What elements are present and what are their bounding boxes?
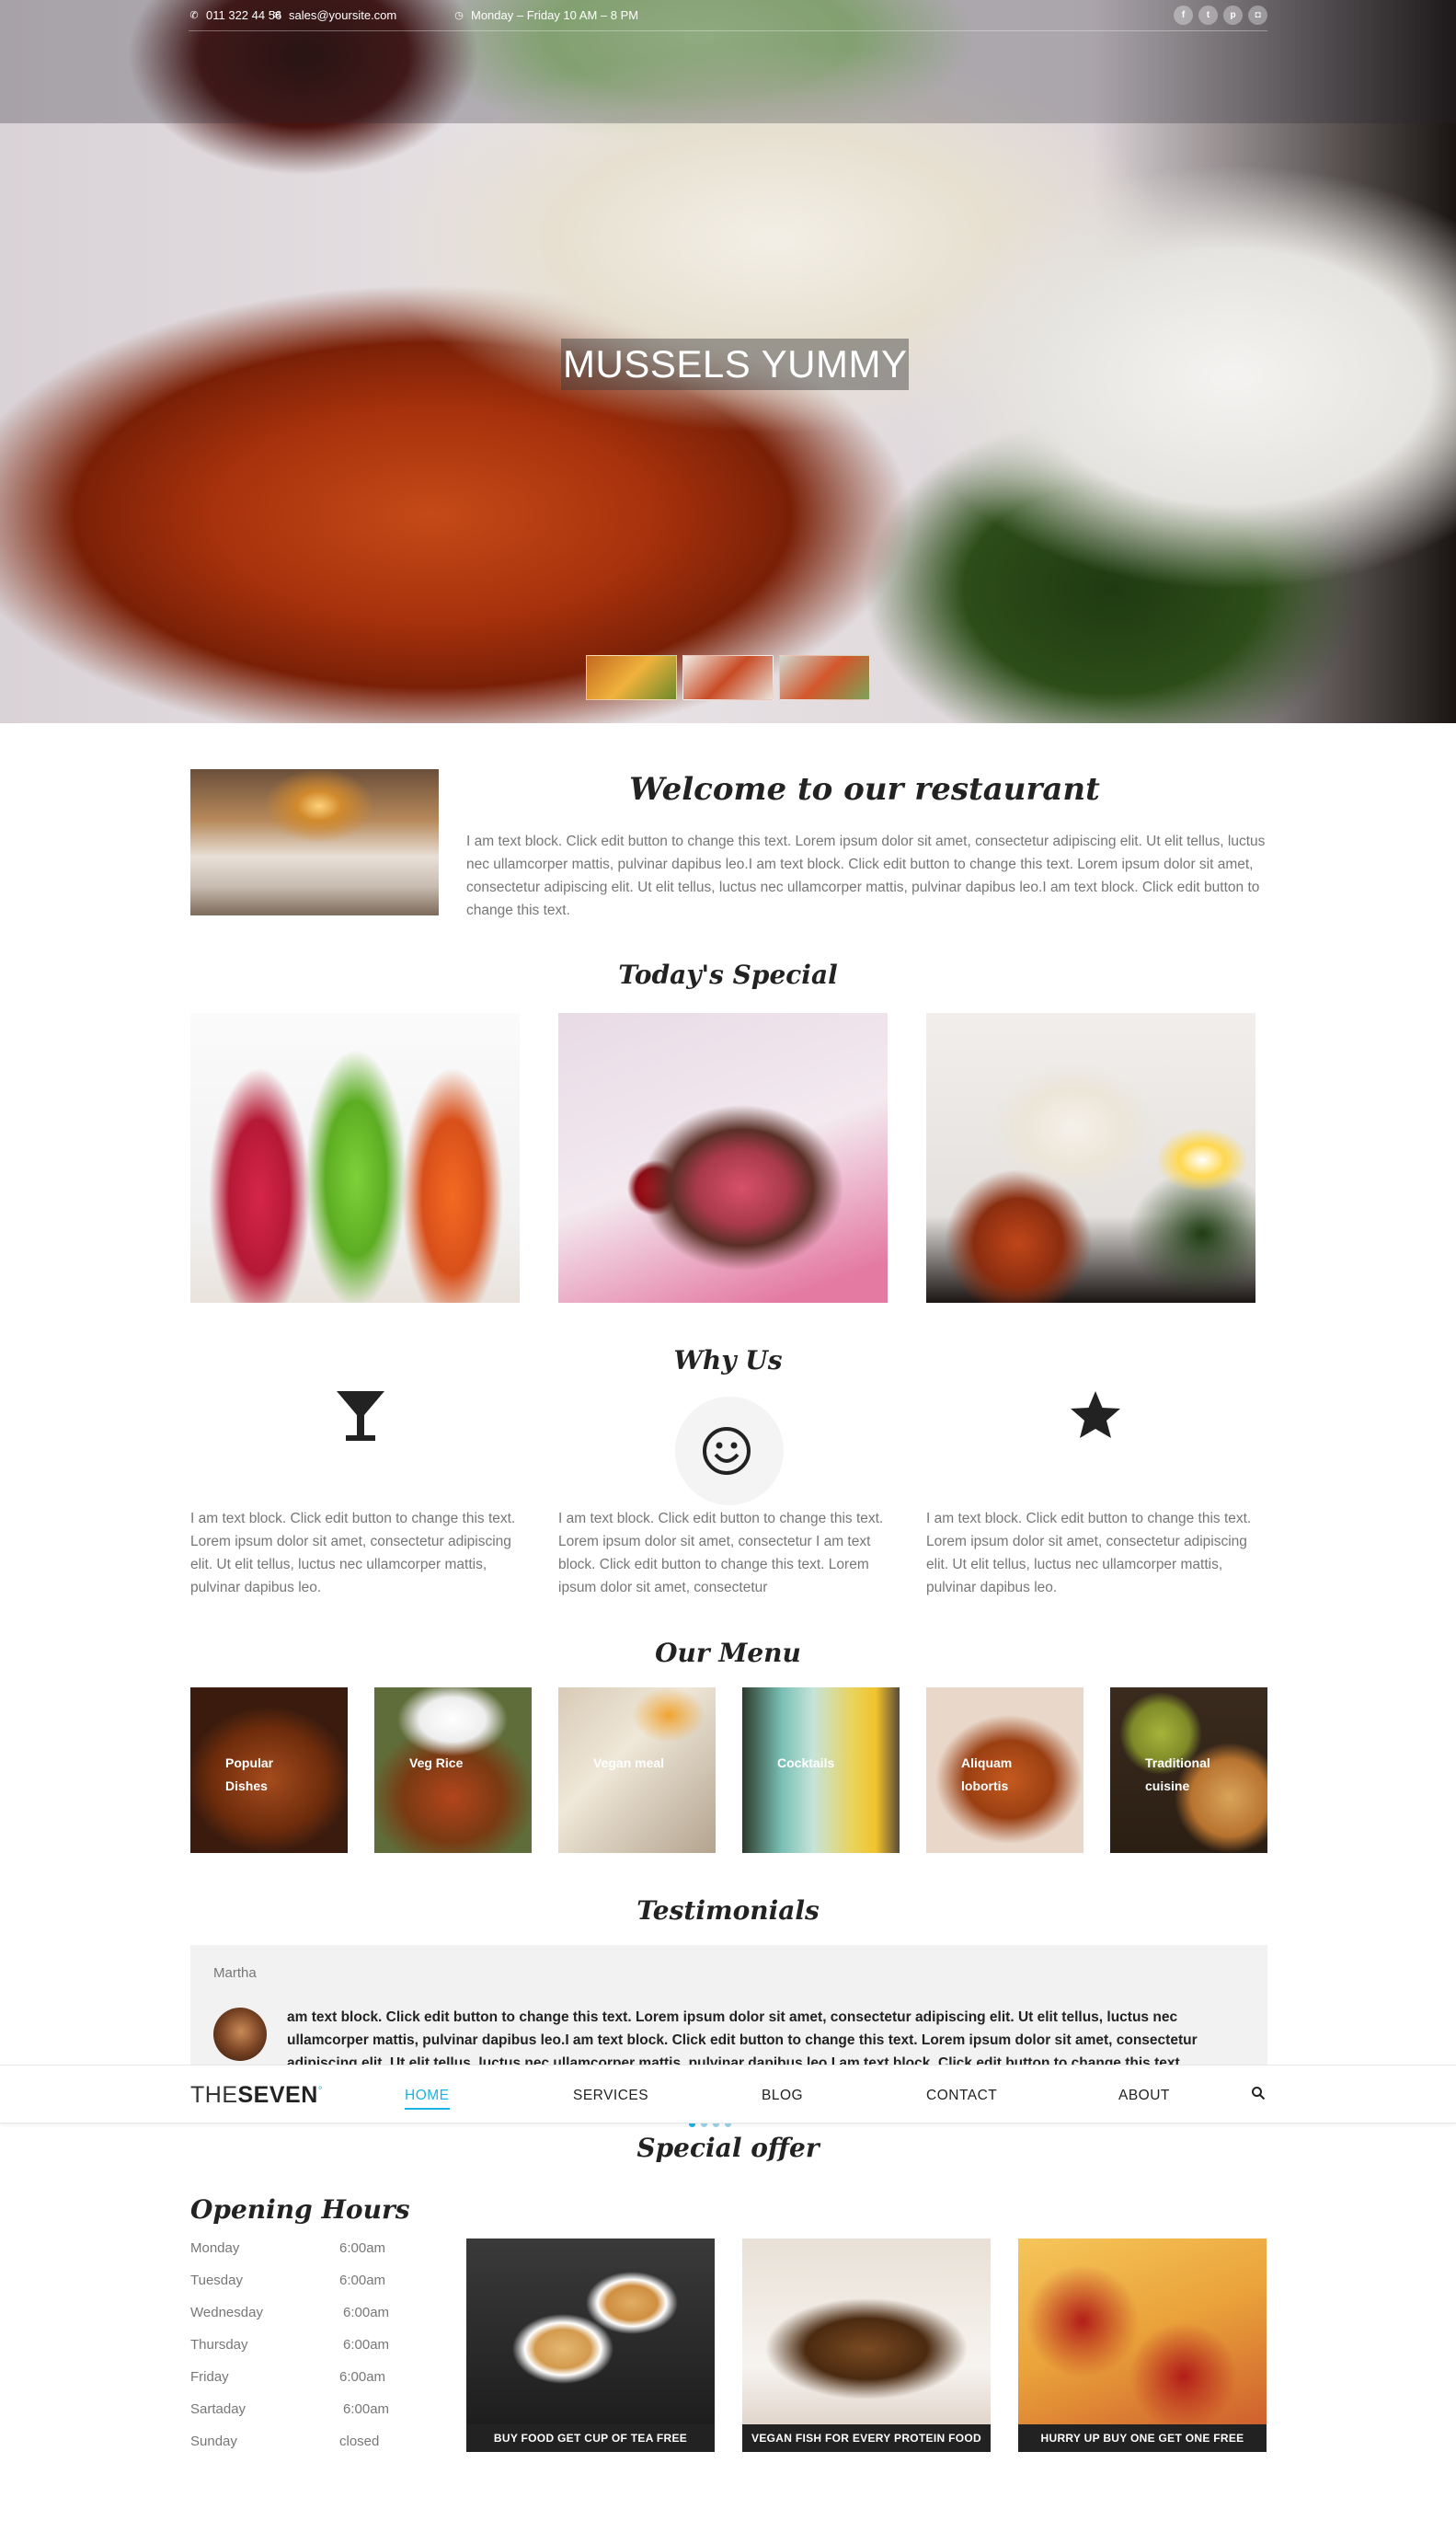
star-icon xyxy=(1068,1387,1123,1443)
hours-time: 6:00am xyxy=(339,2273,386,2288)
menu-item-label: Vegan meal xyxy=(593,1755,665,1770)
slider-thumb[interactable] xyxy=(586,655,677,700)
hours-time: closed xyxy=(339,2434,380,2449)
topbar: ✆ 011 322 44 56 ✉ sales@yoursite.com ◷ M… xyxy=(189,0,1267,31)
menu-item-popular-dishes[interactable]: Popular Dishes xyxy=(190,1687,348,1853)
special-juices-image[interactable] xyxy=(190,1013,520,1303)
main-navbar: THESEVEN° HOME SERVICES BLOG CONTACT ABO… xyxy=(0,2065,1456,2123)
menu-item-label: Aliquam lobortis xyxy=(961,1755,1013,1793)
smiley-icon-svg xyxy=(703,1427,751,1475)
why-text-1: I am text block. Click edit button to ch… xyxy=(190,1511,516,1595)
offer-caption: VEGAN FISH FOR EVERY PROTEIN FOOD xyxy=(742,2424,991,2452)
offer-caption: BUY FOOD GET CUP OF TEA FREE xyxy=(466,2424,715,2452)
avatar xyxy=(213,2008,267,2061)
hours-time: 6:00am xyxy=(339,2240,386,2256)
hours-day: Tuesday xyxy=(190,2273,243,2288)
search-icon-svg xyxy=(1252,2087,1266,2100)
instagram-icon[interactable]: ◘ xyxy=(1248,6,1267,25)
hours-day: Friday xyxy=(190,2369,229,2385)
welcome-title: Welcome to our restaurant xyxy=(629,771,1100,808)
opening-hours-title: Opening Hours xyxy=(190,2194,410,2225)
topbar-email[interactable]: ✉ sales@yoursite.com xyxy=(271,8,396,22)
offer-card-pizza[interactable]: HURRY UP BUY ONE GET ONE FREE xyxy=(1018,2239,1267,2452)
logo-bold-text: SEVEN xyxy=(237,2082,318,2108)
why-text-2: I am text block. Click edit button to ch… xyxy=(558,1511,884,1595)
nav-blog[interactable]: BLOG xyxy=(762,2088,803,2104)
menu-item-veg-rice[interactable]: Veg Rice xyxy=(374,1687,532,1853)
hours-time: 6:00am xyxy=(343,2337,390,2353)
cocktail-glass-icon-svg xyxy=(337,1391,384,1441)
topbar-phone: ✆ 011 322 44 56 xyxy=(189,8,281,22)
email-text[interactable]: sales@yoursite.com xyxy=(289,8,396,22)
why-text-3: I am text block. Click edit button to ch… xyxy=(926,1511,1252,1595)
hours-day: Monday xyxy=(190,2240,240,2256)
topbar-hours: ◷ Monday – Friday 10 AM – 8 PM xyxy=(453,8,638,22)
special-rice-plate-image[interactable] xyxy=(926,1013,1255,1303)
slider-thumbnails xyxy=(586,655,870,700)
phone-icon: ✆ xyxy=(189,9,199,21)
hours-day: Sartaday xyxy=(190,2401,246,2417)
testimonial-card: Martha am text block. Click edit button … xyxy=(190,1945,1267,2065)
menu-item-cocktails[interactable]: Cocktails xyxy=(742,1687,900,1853)
hours-day: Sunday xyxy=(190,2434,237,2449)
hours-time: 6:00am xyxy=(339,2369,386,2385)
hours-text: Monday – Friday 10 AM – 8 PM xyxy=(471,8,639,22)
nav-home[interactable]: HOME xyxy=(405,2088,450,2110)
nav-contact[interactable]: CONTACT xyxy=(926,2088,997,2104)
menu-item-label: Cocktails xyxy=(777,1755,835,1770)
why-title: Why Us xyxy=(673,1345,783,1375)
hours-time: 6:00am xyxy=(343,2305,390,2320)
menu-item-label: Veg Rice xyxy=(409,1755,464,1770)
menu-title: Our Menu xyxy=(655,1638,801,1668)
testimonial-author: Martha xyxy=(213,1965,257,1981)
offer-title: Special offer xyxy=(636,2133,820,2163)
slider-thumb[interactable] xyxy=(682,655,774,700)
phone-text: 011 322 44 56 xyxy=(206,8,282,22)
star-icon-svg xyxy=(1071,1391,1120,1438)
clock-icon: ◷ xyxy=(454,9,464,21)
special-cake-image[interactable] xyxy=(558,1013,888,1303)
offer-card-tea[interactable]: BUY FOOD GET CUP OF TEA FREE xyxy=(466,2239,715,2452)
offer-caption: HURRY UP BUY ONE GET ONE FREE xyxy=(1018,2424,1267,2452)
menu-item-label: Traditional cuisine xyxy=(1145,1755,1210,1793)
logo-mark: ° xyxy=(317,2083,324,2097)
site-logo[interactable]: THESEVEN° xyxy=(190,2082,323,2109)
nav-about[interactable]: ABOUT xyxy=(1118,2088,1170,2104)
special-title: Today's Special xyxy=(618,960,838,990)
hours-time: 6:00am xyxy=(343,2401,390,2417)
nav-services[interactable]: SERVICES xyxy=(573,2088,648,2104)
menu-item-traditional-cuisine[interactable]: Traditional cuisine xyxy=(1110,1687,1267,1853)
menu-item-vegan-meal[interactable]: Vegan meal xyxy=(558,1687,716,1853)
restaurant-interior-image xyxy=(190,769,439,915)
cocktail-glass-icon xyxy=(333,1387,388,1443)
hours-day: Thursday xyxy=(190,2337,248,2353)
testimonials-title: Testimonials xyxy=(636,1895,820,1926)
twitter-icon[interactable]: t xyxy=(1198,6,1218,25)
search-icon[interactable] xyxy=(1251,2086,1267,2102)
testimonial-text: am text block. Click edit button to chan… xyxy=(287,2009,1198,2065)
logo-light-text: THE xyxy=(190,2082,238,2108)
hero-title: MUSSELS YUMMY xyxy=(561,339,910,390)
hero-slider: ✆ 011 322 44 56 ✉ sales@yoursite.com ◷ M… xyxy=(0,0,1456,723)
menu-item-label: Popular Dishes xyxy=(225,1755,274,1793)
welcome-text: I am text block. Click edit button to ch… xyxy=(466,834,1266,918)
hours-day: Wednesday xyxy=(190,2305,263,2320)
offer-card-fish[interactable]: VEGAN FISH FOR EVERY PROTEIN FOOD xyxy=(742,2239,991,2452)
facebook-icon[interactable]: f xyxy=(1174,6,1193,25)
smiley-icon xyxy=(699,1423,754,1479)
social-links: f t p ◘ xyxy=(1174,6,1267,25)
mail-icon: ✉ xyxy=(272,9,281,21)
pinterest-icon[interactable]: p xyxy=(1223,6,1243,25)
slider-thumb[interactable] xyxy=(779,655,870,700)
menu-item-aliquam-lobortis[interactable]: Aliquam lobortis xyxy=(926,1687,1083,1853)
